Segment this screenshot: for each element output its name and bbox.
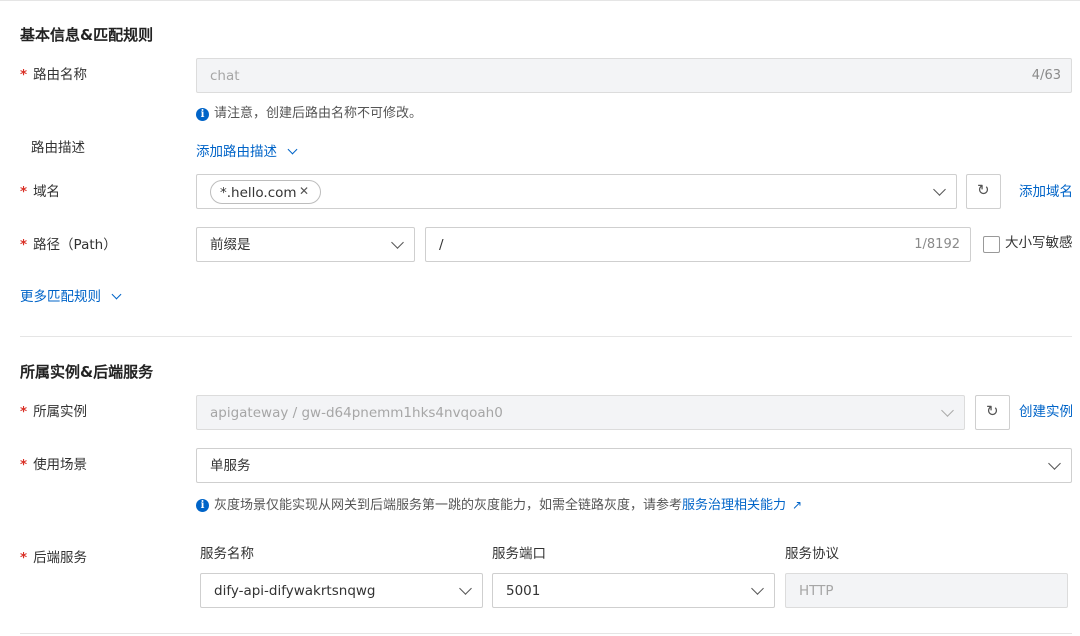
path-value: / xyxy=(439,237,444,253)
domain-label: * 域名 xyxy=(20,182,60,202)
domain-refresh-button[interactable]: ↻ xyxy=(966,174,1001,209)
route-name-label: * 路由名称 xyxy=(20,65,87,85)
chevron-down-icon xyxy=(459,582,472,595)
scenario-value: 单服务 xyxy=(210,458,251,474)
required-mark: * xyxy=(20,237,28,253)
chevron-down-icon xyxy=(391,236,404,249)
case-sensitive-label: 大小写敏感 xyxy=(1005,235,1073,251)
backend-label: * 后端服务 xyxy=(20,548,87,568)
more-rules-button[interactable]: 更多匹配规则 xyxy=(20,287,122,307)
chevron-down-icon xyxy=(941,404,954,417)
service-port-value: 5001 xyxy=(506,583,541,599)
required-mark: * xyxy=(20,184,28,200)
route-name-value: chat xyxy=(210,68,240,84)
required-mark: * xyxy=(20,550,28,566)
bottom-divider xyxy=(20,633,1072,634)
route-name-count: 4/63 xyxy=(1031,68,1061,83)
required-mark: * xyxy=(20,457,28,473)
service-port-select[interactable]: 5001 xyxy=(492,573,775,608)
chevron-down-icon xyxy=(1048,457,1061,470)
service-protocol-input[interactable]: HTTP xyxy=(785,573,1068,608)
route-desc-label: 路由描述 xyxy=(31,140,85,156)
scenario-hint-text: 灰度场景仅能实现从网关到后端服务第一跳的灰度能力，如需全链路灰度，请参考 xyxy=(214,498,683,513)
instance-label-text: 所属实例 xyxy=(33,404,88,420)
path-match-type-select[interactable]: 前缀是 xyxy=(196,227,415,262)
chevron-down-icon[interactable] xyxy=(933,183,946,196)
col-service-protocol: 服务协议 xyxy=(785,546,839,562)
path-label-text: 路径（Path） xyxy=(33,237,117,253)
scenario-select[interactable]: 单服务 xyxy=(196,448,1072,483)
required-mark: * xyxy=(20,67,28,83)
info-icon: i xyxy=(196,499,209,512)
route-name-input[interactable]: chat 4/63 xyxy=(196,58,1072,93)
refresh-icon: ↻ xyxy=(977,181,990,199)
scenario-label-text: 使用场景 xyxy=(33,457,88,473)
backend-label-text: 后端服务 xyxy=(33,550,88,566)
service-governance-link[interactable]: 服务治理相关能力 xyxy=(682,498,786,513)
refresh-icon: ↻ xyxy=(986,402,999,420)
path-count: 1/8192 xyxy=(914,237,960,252)
top-divider xyxy=(0,0,1080,1)
col-service-port: 服务端口 xyxy=(492,546,546,562)
more-rules-link[interactable]: 更多匹配规则 xyxy=(20,289,101,305)
path-label: * 路径（Path） xyxy=(20,235,117,255)
route-name-label-text: 路由名称 xyxy=(33,67,88,83)
section-title-basic: 基本信息&匹配规则 xyxy=(20,26,154,44)
path-match-type-value: 前缀是 xyxy=(210,237,251,253)
add-route-desc-link[interactable]: 添加路由描述 xyxy=(196,144,277,160)
domain-tag: *.hello.com ✕ xyxy=(210,180,321,204)
instance-value: apigateway / gw-d64pnemm1hks4nvqoah0 xyxy=(210,405,503,421)
external-link-icon[interactable]: ↗ xyxy=(792,498,802,512)
col-service-name: 服务名称 xyxy=(200,546,254,562)
required-mark: * xyxy=(20,404,28,420)
section-title-instance: 所属实例&后端服务 xyxy=(20,363,154,381)
instance-refresh-button[interactable]: ↻ xyxy=(975,395,1010,430)
case-sensitive-checkbox[interactable] xyxy=(983,236,1000,253)
create-instance-link[interactable]: 创建实例 xyxy=(1019,402,1073,422)
close-icon[interactable]: ✕ xyxy=(299,184,309,198)
service-protocol-value: HTTP xyxy=(799,583,834,599)
service-name-value: dify-api-difywakrtsnqwg xyxy=(214,583,376,599)
path-input[interactable]: / 1/8192 xyxy=(425,227,971,262)
chevron-down-icon xyxy=(751,582,764,595)
domain-tag-text: *.hello.com xyxy=(220,185,297,201)
scenario-hint: 灰度场景仅能实现从网关到后端服务第一跳的灰度能力，如需全链路灰度，请参考服务治理… xyxy=(214,496,802,516)
scenario-label: * 使用场景 xyxy=(20,455,87,475)
add-domain-link[interactable]: 添加域名 xyxy=(1019,182,1073,202)
chevron-down-icon xyxy=(111,289,122,300)
add-route-desc-button[interactable]: 添加路由描述 xyxy=(196,142,298,162)
instance-select[interactable]: apigateway / gw-d64pnemm1hks4nvqoah0 xyxy=(196,395,965,430)
route-name-hint: 请注意，创建后路由名称不可修改。 xyxy=(214,106,423,121)
domain-select[interactable]: *.hello.com ✕ xyxy=(196,174,957,209)
chevron-down-icon xyxy=(287,144,298,155)
domain-label-text: 域名 xyxy=(33,184,61,200)
info-icon: i xyxy=(196,108,209,121)
service-name-select[interactable]: dify-api-difywakrtsnqwg xyxy=(200,573,483,608)
section-divider xyxy=(20,336,1072,337)
instance-label: * 所属实例 xyxy=(20,402,87,422)
